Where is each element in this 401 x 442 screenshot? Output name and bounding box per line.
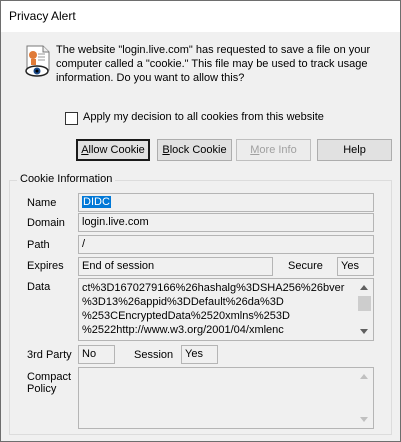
- session-field[interactable]: Yes: [181, 345, 218, 364]
- more-info-button[interactable]: More Info: [236, 139, 311, 161]
- scroll-thumb[interactable]: [358, 296, 371, 311]
- name-value: DIDC: [82, 196, 111, 208]
- expires-label: Expires: [27, 260, 64, 272]
- data-line: %2522http://www.w3.org/2001/04/xmlenc: [82, 324, 284, 336]
- data-content: ct%3D1670279166%26hashalg%3DSHA256%26bve…: [82, 281, 355, 337]
- expires-field[interactable]: End of session: [78, 257, 273, 276]
- scroll-up-arrow-icon[interactable]: [360, 374, 368, 379]
- title-bar[interactable]: Privacy Alert: [1, 1, 400, 32]
- third-party-field[interactable]: No: [78, 345, 115, 364]
- apply-to-all-checkbox[interactable]: [65, 112, 78, 125]
- domain-label: Domain: [27, 217, 65, 229]
- secure-label: Secure: [288, 260, 323, 272]
- compact-policy-label-line1: Compact: [27, 371, 72, 383]
- compact-policy-textarea[interactable]: [78, 367, 374, 429]
- block-cookie-button[interactable]: Block Cookie: [157, 139, 232, 161]
- data-line: ct%3D1670279166%26hashalg%3DSHA256%26bve…: [82, 282, 345, 294]
- cookie-information-title: Cookie Information: [17, 173, 116, 185]
- compact-policy-label-line2: Policy: [27, 383, 57, 395]
- secure-field[interactable]: Yes: [337, 257, 374, 276]
- allow-cookie-text-post: llow Cookie: [88, 144, 145, 156]
- scroll-up-arrow-icon[interactable]: [360, 285, 368, 290]
- compact-policy-scrollbar[interactable]: [356, 368, 373, 428]
- more-info-text-post: ore Info: [259, 144, 297, 156]
- cookie-eye-icon: [25, 45, 50, 77]
- name-field[interactable]: DIDC: [78, 193, 374, 212]
- path-field[interactable]: /: [78, 235, 374, 254]
- scroll-down-arrow-icon[interactable]: [360, 417, 368, 422]
- data-line: %3D13%26appid%3DDefault%26da%3D: [82, 296, 284, 308]
- session-label: Session: [134, 349, 174, 361]
- allow-cookie-button[interactable]: Allow Cookie: [76, 139, 150, 161]
- help-button[interactable]: Help: [317, 139, 392, 161]
- data-line: %253CEncryptedData%2520xmlns%253D: [82, 310, 290, 322]
- domain-field[interactable]: login.live.com: [78, 213, 374, 232]
- data-scrollbar[interactable]: [356, 279, 373, 340]
- scroll-down-arrow-icon[interactable]: [360, 329, 368, 334]
- data-textarea[interactable]: ct%3D1670279166%26hashalg%3DSHA256%26bve…: [78, 278, 374, 341]
- name-label: Name: [27, 197, 57, 209]
- third-party-label: 3rd Party: [27, 349, 72, 361]
- block-cookie-accesskey: B: [162, 144, 170, 156]
- window-title: Privacy Alert: [9, 9, 76, 23]
- data-label: Data: [27, 281, 51, 293]
- path-label: Path: [27, 239, 50, 251]
- block-cookie-text-post: lock Cookie: [169, 144, 227, 156]
- apply-to-all-label[interactable]: Apply my decision to all cookies from th…: [83, 111, 324, 123]
- privacy-alert-dialog: Privacy Alert The website "login.live.co…: [0, 0, 401, 442]
- alert-message: The website "login.live.com" has request…: [56, 44, 371, 84]
- allow-cookie-accesskey: A: [81, 144, 89, 156]
